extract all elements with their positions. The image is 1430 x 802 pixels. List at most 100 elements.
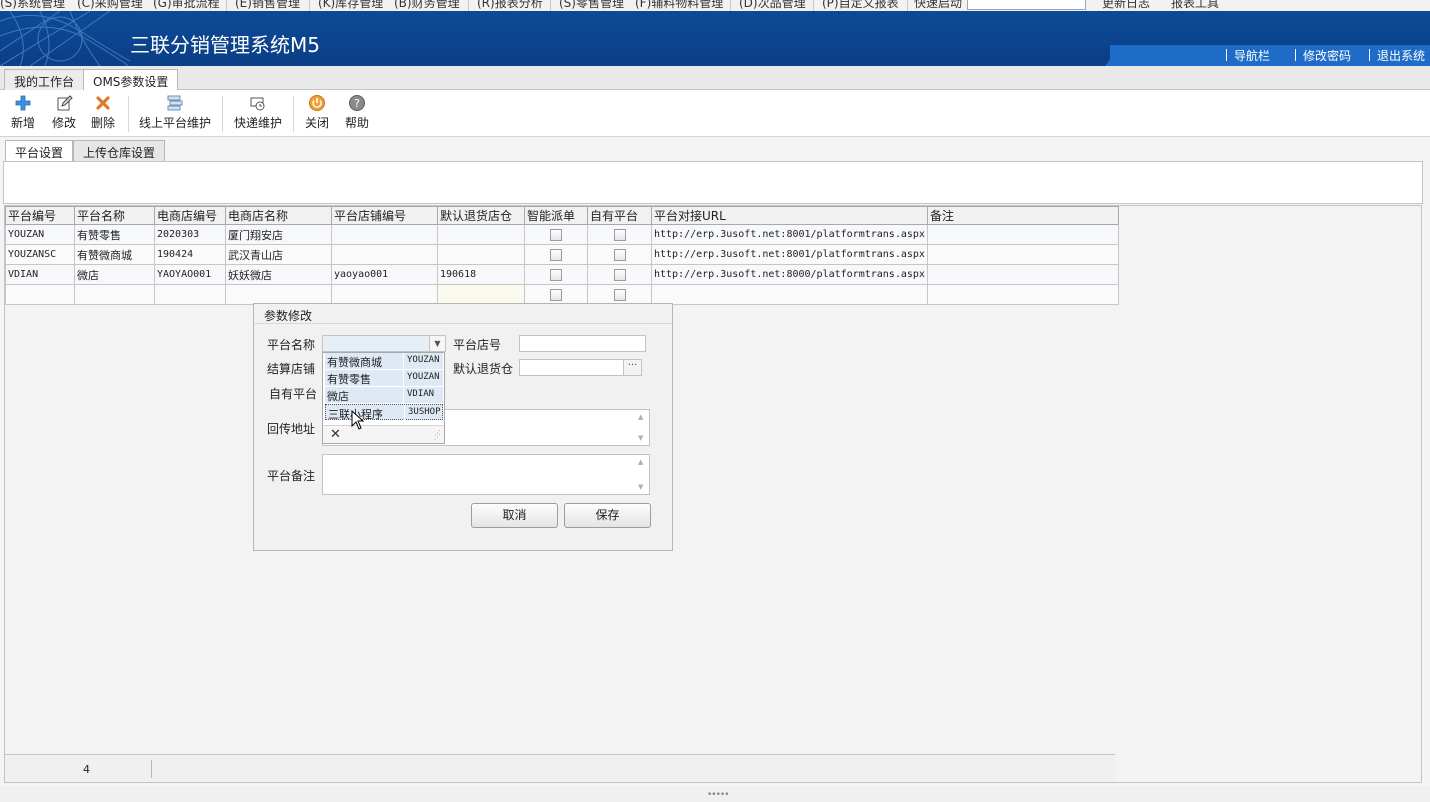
own-platform-checkbox-cell[interactable] bbox=[587, 244, 652, 265]
grid-cell[interactable] bbox=[154, 284, 226, 305]
tab-oms-settings[interactable]: OMS参数设置 bbox=[83, 69, 179, 91]
menu-retail[interactable]: (S)零售管理 bbox=[559, 0, 624, 11]
dropdown-option[interactable]: 有赞零售 YOUZAN bbox=[325, 370, 443, 386]
table-row[interactable]: VDIAN 微店 YAOYAO001 妖妖微店 yaoyao001 190618… bbox=[5, 264, 1119, 285]
platform-shop-input[interactable] bbox=[519, 335, 646, 352]
grid-cell[interactable]: 有赞微商城 bbox=[74, 244, 155, 265]
default-return-warehouse-input[interactable]: ··· bbox=[519, 359, 642, 376]
column-header[interactable]: 电商店编号 bbox=[154, 206, 226, 225]
grid-cell[interactable]: 微店 bbox=[74, 264, 155, 285]
splitter[interactable]: ••••• bbox=[0, 786, 1430, 802]
grid-cell[interactable] bbox=[926, 284, 1119, 305]
grid-cell[interactable] bbox=[437, 224, 525, 245]
grid-cell[interactable]: yaoyao001 bbox=[331, 264, 438, 285]
grid-cell[interactable] bbox=[926, 244, 1119, 265]
grid-cell[interactable]: http://erp.3usoft.net:8001/platformtrans… bbox=[651, 244, 928, 265]
table-row[interactable]: YOUZANSC 有赞微商城 190424 武汉青山店 http://erp.3… bbox=[5, 244, 1119, 265]
online-platform-maintenance-button[interactable]: 线上平台维护 bbox=[139, 94, 211, 131]
nav-bar-link[interactable]: 导航栏 bbox=[1226, 47, 1270, 64]
smart-dispatch-checkbox-cell[interactable] bbox=[524, 224, 588, 245]
smart-dispatch-checkbox-cell[interactable] bbox=[524, 284, 588, 305]
grid-cell[interactable] bbox=[225, 284, 332, 305]
column-header[interactable]: 平台编号 bbox=[5, 206, 75, 225]
tab-my-workbench[interactable]: 我的工作台 bbox=[4, 69, 85, 91]
checkbox[interactable] bbox=[613, 269, 626, 281]
platform-name-combo[interactable]: ▼ bbox=[322, 335, 446, 352]
grid-cell[interactable] bbox=[926, 224, 1119, 245]
tab-upload-warehouse-settings[interactable]: 上传仓库设置 bbox=[73, 140, 166, 162]
column-header[interactable]: 备注 bbox=[926, 206, 1119, 225]
table-row[interactable]: YOUZAN 有赞零售 2020303 厦门翔安店 http://erp.3us… bbox=[5, 224, 1119, 245]
checkbox[interactable] bbox=[550, 289, 562, 301]
menu-purchase[interactable]: (C)采购管理 bbox=[77, 0, 143, 11]
edit-button[interactable]: 修改 bbox=[52, 94, 76, 131]
quick-launch-input[interactable] bbox=[967, 0, 1086, 10]
grid-cell[interactable]: 妖妖微店 bbox=[225, 264, 332, 285]
menu-finance[interactable]: (B)财务管理 bbox=[394, 0, 460, 11]
grid-cell[interactable]: YAOYAO001 bbox=[154, 264, 226, 285]
grid-cell[interactable]: 有赞零售 bbox=[74, 224, 155, 245]
scroll-down-icon[interactable]: ▼ bbox=[638, 483, 643, 491]
column-header[interactable]: 默认退货店仓 bbox=[437, 206, 525, 225]
menu-custom-report[interactable]: (P)自定义报表 bbox=[822, 0, 899, 11]
report-tool-link[interactable]: 报表工具 bbox=[1171, 0, 1219, 11]
checkbox[interactable] bbox=[613, 249, 626, 261]
help-button[interactable]: ? 帮助 bbox=[345, 94, 369, 131]
menu-approval[interactable]: (G)审批流程 bbox=[153, 0, 220, 11]
grid-cell[interactable] bbox=[651, 284, 928, 305]
menu-system[interactable]: (S)系统管理 bbox=[0, 0, 65, 11]
grid-cell[interactable] bbox=[331, 224, 438, 245]
scrollbar[interactable]: ▲ ▼ bbox=[635, 410, 649, 445]
grid-cell[interactable]: http://erp.3usoft.net:8000/platformtrans… bbox=[651, 264, 928, 285]
own-platform-checkbox-cell[interactable] bbox=[587, 284, 652, 305]
checkbox[interactable] bbox=[550, 249, 562, 261]
logout-link[interactable]: 退出系统 bbox=[1369, 47, 1425, 64]
express-maintenance-button[interactable]: 快递维护 bbox=[234, 94, 282, 131]
tab-platform-settings[interactable]: 平台设置 bbox=[5, 140, 74, 162]
dropdown-option[interactable]: 微店 VDIAN bbox=[325, 387, 443, 403]
new-entry-row[interactable] bbox=[5, 284, 1119, 305]
scroll-up-icon[interactable]: ▲ bbox=[638, 458, 643, 466]
column-header[interactable]: 智能派单 bbox=[524, 206, 588, 225]
checkbox[interactable] bbox=[550, 269, 562, 281]
grid-cell[interactable]: YOUZAN bbox=[5, 224, 75, 245]
grid-cell[interactable] bbox=[5, 284, 75, 305]
grid-cell[interactable]: 2020303 bbox=[154, 224, 226, 245]
menu-defective[interactable]: (D)次品管理 bbox=[739, 0, 806, 11]
column-header[interactable]: 电商店名称 bbox=[225, 206, 332, 225]
grid-cell[interactable]: VDIAN bbox=[5, 264, 75, 285]
scroll-up-icon[interactable]: ▲ bbox=[638, 413, 643, 421]
menu-sales[interactable]: (E)销售管理 bbox=[235, 0, 300, 11]
column-header[interactable]: 平台店铺编号 bbox=[331, 206, 438, 225]
column-header[interactable]: 平台对接URL bbox=[651, 206, 928, 225]
column-header[interactable]: 自有平台 bbox=[587, 206, 652, 225]
change-password-link[interactable]: 修改密码 bbox=[1295, 47, 1351, 64]
own-platform-checkbox-cell[interactable] bbox=[587, 224, 652, 245]
save-button[interactable]: 保存 bbox=[564, 503, 651, 528]
checkbox[interactable] bbox=[613, 289, 626, 301]
add-button[interactable]: 新增 bbox=[11, 94, 35, 131]
grid-cell[interactable]: 厦门翔安店 bbox=[225, 224, 332, 245]
own-platform-checkbox-cell[interactable] bbox=[587, 264, 652, 285]
scroll-down-icon[interactable]: ▼ bbox=[638, 434, 643, 442]
scrollbar[interactable]: ▲ ▼ bbox=[635, 455, 649, 494]
platform-remark-input[interactable]: ▲ ▼ bbox=[322, 454, 650, 495]
grid-cell[interactable] bbox=[926, 264, 1119, 285]
grid-cell[interactable]: 武汉青山店 bbox=[225, 244, 332, 265]
delete-button[interactable]: 删除 bbox=[91, 94, 115, 131]
dropdown-option-selected[interactable]: 三联小程序3USHOP bbox=[325, 404, 443, 421]
menu-materials[interactable]: (F)辅料物料管理 bbox=[635, 0, 723, 11]
grid-cell[interactable] bbox=[437, 284, 525, 305]
column-header[interactable]: 平台名称 bbox=[74, 206, 155, 225]
checkbox[interactable] bbox=[550, 229, 562, 241]
grid-cell[interactable] bbox=[74, 284, 155, 305]
dropdown-option[interactable]: 有赞微商城 YOUZAN bbox=[325, 353, 443, 369]
smart-dispatch-checkbox-cell[interactable] bbox=[524, 244, 588, 265]
menu-inventory[interactable]: (K)库存管理 bbox=[318, 0, 383, 11]
cancel-button[interactable]: 取消 bbox=[471, 503, 558, 528]
ellipsis-icon[interactable]: ··· bbox=[623, 360, 641, 375]
checkbox[interactable] bbox=[613, 229, 626, 241]
grid-cell[interactable]: YOUZANSC bbox=[5, 244, 75, 265]
splitter-grip-icon[interactable]: ••••• bbox=[707, 790, 730, 800]
grid-cell[interactable]: http://erp.3usoft.net:8001/platformtrans… bbox=[651, 224, 928, 245]
